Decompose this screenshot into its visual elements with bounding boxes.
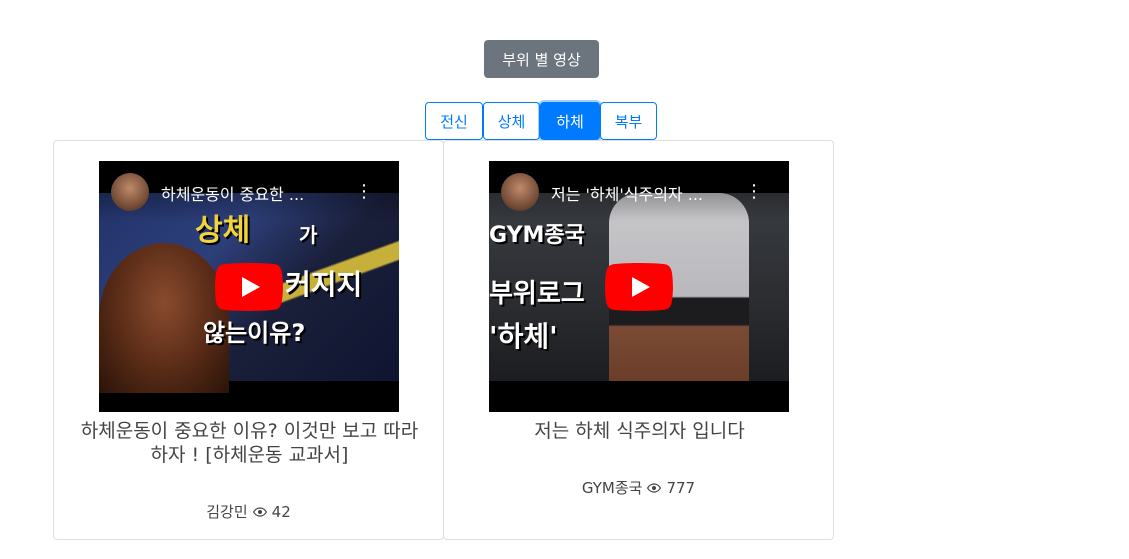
channel-avatar[interactable] <box>501 173 539 211</box>
video-card: GYM종국 부위로그 '하체' 저는 '하체'식주의자 ... ⋮ 저는 하체 … <box>443 140 834 540</box>
video-view-count: 42 <box>271 502 291 521</box>
tab-full-body[interactable]: 전신 <box>425 102 483 140</box>
video-embed[interactable]: 상체 가 커지지 않는이유? 하체운동이 중요한 ... ⋮ <box>99 161 399 412</box>
thumbnail-text: 가 <box>299 223 318 247</box>
video-view-count: 777 <box>666 478 696 497</box>
video-embed-title[interactable]: 저는 '하체'식주의자 ... <box>551 181 751 205</box>
thumbnail-text: '하체' <box>489 320 558 353</box>
more-vert-icon[interactable]: ⋮ <box>355 181 373 203</box>
thumbnail-text: 커지지 <box>285 268 363 301</box>
tab-abs[interactable]: 복부 <box>600 102 657 140</box>
tab-lower-body[interactable]: 하체 <box>540 102 600 140</box>
more-vert-icon[interactable]: ⋮ <box>745 181 763 203</box>
tab-upper-body[interactable]: 상체 <box>483 102 540 140</box>
channel-avatar[interactable] <box>111 173 149 211</box>
eye-icon <box>252 506 267 517</box>
youtube-play-icon[interactable] <box>215 263 283 311</box>
video-embed[interactable]: GYM종국 부위로그 '하체' 저는 '하체'식주의자 ... ⋮ <box>489 161 789 412</box>
thumbnail-text: GYM종국 <box>489 223 585 248</box>
thumbnail-text: 않는이유? <box>203 319 306 347</box>
video-meta: 김강민 42 <box>54 501 443 522</box>
video-embed-title[interactable]: 하체운동이 중요한 ... <box>161 181 361 205</box>
body-part-tabs: 전신 상체 하체 복부 <box>425 102 657 140</box>
video-title[interactable]: 하체운동이 중요한 이유? 이것만 보고 따라하자 ! [하체운동 교과서] <box>74 419 425 467</box>
video-meta: GYM종국 777 <box>444 477 833 498</box>
video-card: 상체 가 커지지 않는이유? 하체운동이 중요한 ... ⋮ 하체운동이 중요한… <box>53 140 444 540</box>
thumbnail-text: 부위로그 <box>489 279 585 309</box>
video-author: 김강민 <box>206 503 248 521</box>
video-author: GYM종국 <box>581 479 643 497</box>
body-part-videos-button[interactable]: 부위 별 영상 <box>484 40 599 78</box>
video-title[interactable]: 저는 하체 식주의자 입니다 <box>464 419 815 443</box>
eye-icon <box>647 482 662 493</box>
youtube-play-icon[interactable] <box>605 263 673 311</box>
